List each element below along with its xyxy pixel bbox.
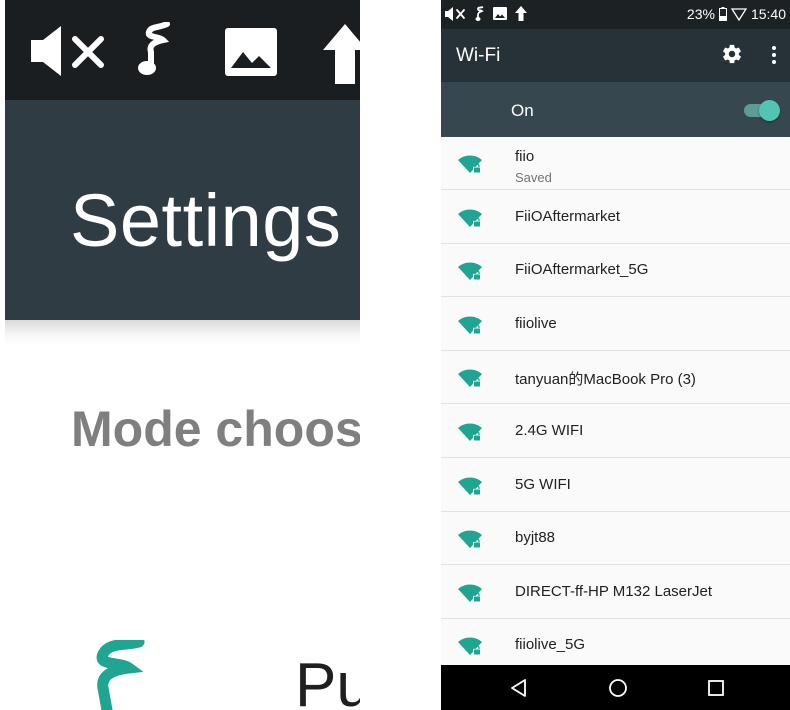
battery-icon	[718, 7, 727, 21]
home-icon[interactable]	[606, 676, 630, 700]
wifi-signal-icon	[730, 8, 747, 21]
network-row[interactable]: FiiOAftermarket	[441, 190, 790, 244]
gear-icon[interactable]	[721, 43, 743, 65]
music-note-icon	[138, 22, 170, 75]
wifi-lock-icon	[458, 155, 482, 174]
image-icon	[493, 7, 507, 20]
phone-screen: 23% 15:40 Wi-Fi On fiio Saved FiiOAfterm…	[441, 0, 790, 710]
page-title: Wi-Fi	[456, 45, 501, 66]
wifi-switch[interactable]	[744, 100, 780, 121]
network-ssid: tanyuan的MacBook Pro (3)	[515, 371, 696, 389]
network-row[interactable]: fiio Saved	[441, 137, 790, 190]
network-row[interactable]: byjt88	[441, 512, 790, 566]
upload-arrow-icon	[515, 6, 527, 21]
network-row[interactable]: FiiOAftermarket_5G	[441, 244, 790, 298]
network-list: fiio Saved FiiOAftermarket FiiOAftermarket_…	[441, 137, 790, 665]
image-icon	[225, 28, 277, 76]
network-ssid: FiiOAftermarket_5G	[515, 261, 649, 279]
zoomed-settings-title: Settings	[70, 179, 342, 262]
clock: 15:40	[750, 6, 786, 22]
wifi-lock-icon	[458, 530, 482, 549]
back-icon[interactable]	[507, 676, 531, 700]
network-row[interactable]: 5G WIFI	[441, 458, 790, 512]
network-row[interactable]: DIRECT-ff-HP M132 LaserJet	[441, 565, 790, 619]
recents-icon[interactable]	[704, 676, 728, 700]
network-ssid: fiio	[515, 148, 535, 165]
wifi-lock-icon	[458, 369, 482, 388]
status-bar: 23% 15:40	[441, 0, 790, 29]
network-status: Saved	[515, 170, 552, 185]
network-row[interactable]: fiiolive	[441, 297, 790, 351]
music-note-icon	[475, 6, 484, 21]
network-ssid: 5G WIFI	[515, 475, 571, 493]
network-ssid: FiiOAftermarket	[515, 207, 621, 225]
network-ssid: byjt88	[515, 529, 556, 547]
network-row[interactable]: 2.4G WIFI	[441, 405, 790, 458]
wifi-lock-icon	[458, 209, 482, 228]
zoomed-preview-panel: Settings Mode choos Pu	[5, 0, 360, 710]
wifi-toggle-row[interactable]: On	[441, 82, 790, 137]
navigation-bar	[441, 665, 790, 710]
battery-percent: 23%	[686, 6, 715, 22]
network-ssid: fiiolive_5G	[515, 636, 586, 654]
status-bar-notifications	[445, 6, 527, 21]
wifi-lock-icon	[458, 423, 482, 442]
wifi-lock-icon	[458, 477, 482, 496]
switch-thumb	[759, 100, 780, 121]
network-ssid: fiiolive	[515, 314, 557, 332]
wifi-lock-icon	[458, 262, 482, 281]
status-bar-system: 23% 15:40	[687, 6, 786, 22]
network-row[interactable]: fiiolive_5G	[441, 619, 790, 665]
upload-arrow-icon	[323, 24, 360, 84]
zoomed-item-label: Pu	[295, 651, 360, 710]
wifi-lock-icon	[458, 584, 482, 603]
wifi-lock-icon	[458, 637, 482, 656]
network-row[interactable]: tanyuan的MacBook Pro (3)	[441, 351, 790, 405]
app-bar: Wi-Fi	[441, 29, 790, 82]
zoomed-bar-shadow	[5, 320, 360, 346]
network-ssid: 2.4G WIFI	[515, 422, 584, 439]
zoomed-status-bar	[5, 0, 360, 100]
fiio-logo-icon	[96, 640, 145, 710]
zoomed-mode-heading: Mode choos	[71, 401, 360, 457]
volume-muted-icon	[31, 26, 104, 76]
more-vert-icon[interactable]	[765, 43, 783, 67]
wifi-toggle-label: On	[511, 101, 534, 120]
wifi-lock-icon	[458, 316, 482, 335]
volume-muted-icon	[445, 6, 465, 21]
network-ssid: DIRECT-ff-HP M132 LaserJet	[515, 582, 713, 600]
